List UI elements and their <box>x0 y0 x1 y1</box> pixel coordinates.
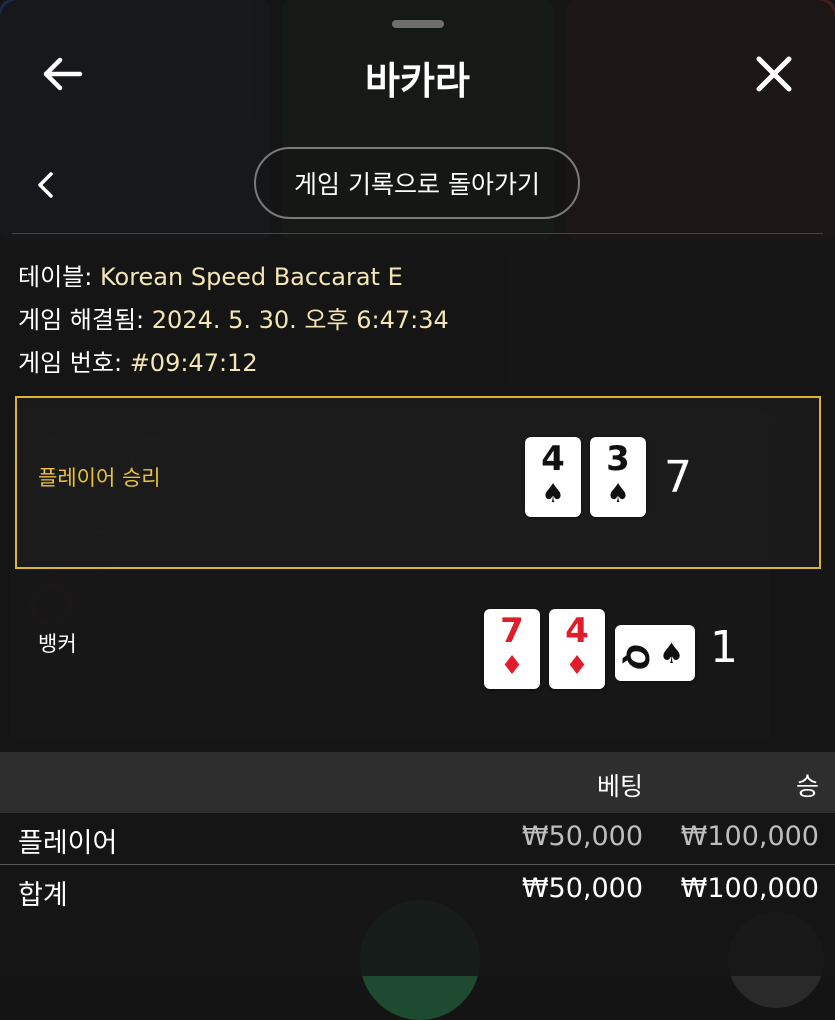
spade-icon: ♠ <box>606 479 630 509</box>
total-label: 합계 <box>18 880 68 911</box>
banker-card-1: 7 ♦ <box>484 609 540 689</box>
table-row: 플레이어 ₩50,000 ₩100,000 <box>0 813 835 863</box>
chevron-left-icon[interactable] <box>34 170 58 200</box>
banker-card-3-sideways: Q ♠ <box>615 625 695 681</box>
banker-label: 뱅커 <box>38 632 77 656</box>
table-row-total: 합계 ₩50,000 ₩100,000 <box>0 865 835 915</box>
table-info: 테이블: Korean Speed Baccarat E <box>18 257 403 292</box>
game-number-label: 게임 번호: <box>18 349 123 377</box>
resolved-label: 게임 해결됨: <box>18 306 145 334</box>
diamond-icon: ♦ <box>500 651 524 681</box>
card-rank: Q <box>618 644 654 670</box>
round-detail-sheet: 바카라 게임 기록으로 돌아가기 테이블: Korean Speed Bacca… <box>0 0 835 976</box>
game-number-info: 게임 번호: #09:47:12 <box>18 343 258 378</box>
banker-card-2: 4 ♦ <box>549 609 605 689</box>
game-number-value: #09:47:12 <box>129 349 258 377</box>
player-card-2: 3 ♠ <box>590 437 646 517</box>
player-card-1: 4 ♠ <box>525 437 581 517</box>
card-rank: 3 <box>606 439 630 479</box>
bet-column-header: 베팅 <box>596 772 643 801</box>
player-win-label: 플레이어 승리 <box>38 466 161 490</box>
drag-handle[interactable] <box>392 20 444 28</box>
banker-score: 1 <box>710 622 738 673</box>
bet-amount: ₩50,000 <box>521 821 643 852</box>
table-value: Korean Speed Baccarat E <box>99 263 403 291</box>
close-icon[interactable] <box>754 54 794 94</box>
win-amount: ₩100,000 <box>680 821 819 852</box>
bets-table-header: 베팅 승 <box>0 752 835 813</box>
resolved-value: 2024. 5. 30. 오후 6:47:34 <box>151 306 449 334</box>
diamond-icon: ♦ <box>565 651 589 681</box>
return-to-history-button[interactable]: 게임 기록으로 돌아가기 <box>254 147 580 219</box>
divider <box>12 233 823 234</box>
total-bet-amount: ₩50,000 <box>521 873 643 904</box>
resolved-info: 게임 해결됨: 2024. 5. 30. 오후 6:47:34 <box>18 300 449 335</box>
total-win-amount: ₩100,000 <box>680 873 819 904</box>
card-rank: 4 <box>541 439 565 479</box>
spade-icon: ♠ <box>659 637 685 670</box>
spade-icon: ♠ <box>541 479 565 509</box>
page-title: 바카라 <box>365 59 470 103</box>
table-label: 테이블: <box>18 263 93 291</box>
bet-type: 플레이어 <box>18 828 118 859</box>
player-score: 7 <box>664 452 692 503</box>
card-rank: 4 <box>565 611 589 651</box>
card-rank: 7 <box>500 611 524 651</box>
win-column-header: 승 <box>795 772 819 801</box>
